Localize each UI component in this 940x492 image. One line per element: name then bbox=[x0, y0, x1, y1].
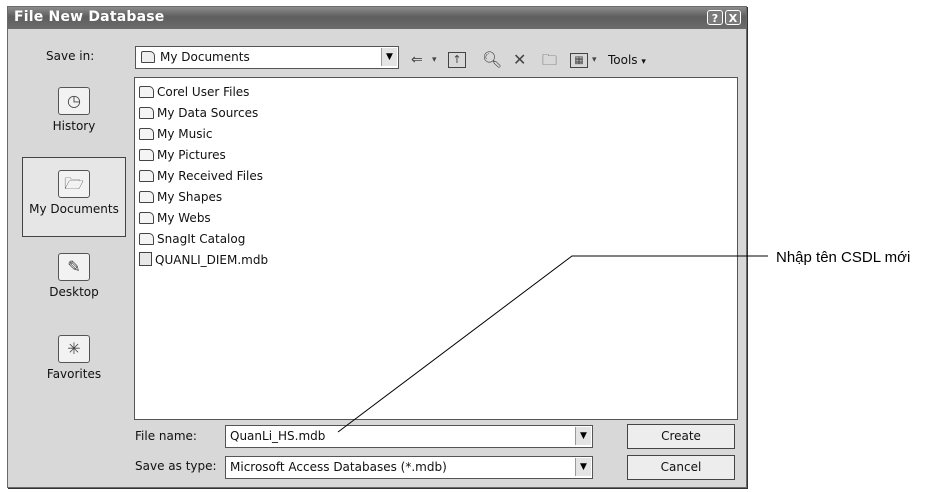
callout-leader-line bbox=[337, 255, 768, 433]
screenshot-stage: File New Database ? X Save in: My Docume… bbox=[0, 0, 940, 492]
callout-annotation: Nhập tên CSDL mới bbox=[776, 249, 911, 266]
callout-line bbox=[337, 255, 768, 433]
